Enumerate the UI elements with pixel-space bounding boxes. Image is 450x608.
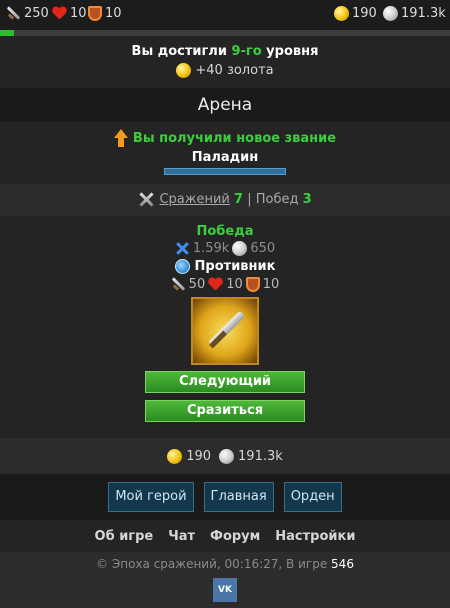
sword-item-icon[interactable] bbox=[191, 297, 259, 365]
rank-block: Вы получили новое звание Паладин bbox=[0, 124, 450, 184]
level-up-block: Вы достигли 9-го уровня +40 золота bbox=[0, 36, 450, 88]
heart-icon bbox=[52, 7, 67, 21]
sword-icon bbox=[171, 277, 186, 292]
silver-coin-icon bbox=[383, 6, 398, 21]
level-up-prefix: Вы достигли bbox=[131, 44, 232, 59]
silver-coin-icon bbox=[219, 448, 235, 464]
loot-silver: 650 bbox=[250, 241, 276, 256]
footer: © Эпоха сражений, 00:16:27, В игре 546 V… bbox=[0, 552, 450, 608]
stats-bar: 250 10 10 190 191.3k bbox=[0, 0, 450, 30]
silver-coin-icon bbox=[232, 241, 248, 256]
defense-value: 10 bbox=[105, 6, 122, 21]
heart-icon bbox=[208, 278, 223, 292]
gold-coin-icon bbox=[176, 63, 192, 78]
new-rank-text: Вы получили новое звание bbox=[132, 130, 337, 146]
order-button[interactable]: Орден bbox=[283, 482, 342, 512]
sword-icon bbox=[6, 6, 21, 21]
silver-total: 191.3k bbox=[238, 448, 283, 464]
next-button[interactable]: Следующий bbox=[145, 371, 305, 393]
forum-link[interactable]: Форум bbox=[210, 529, 260, 544]
opponent-label: Противник bbox=[194, 259, 276, 274]
defense-stat: 10 bbox=[88, 6, 122, 21]
opponent-defense: 10 bbox=[262, 277, 280, 292]
about-link[interactable]: Об игре bbox=[95, 529, 154, 544]
main-nav: Мой герой Главная Орден bbox=[0, 474, 450, 520]
my-hero-button[interactable]: Мой герой bbox=[108, 482, 194, 512]
wins-label: Побед bbox=[255, 192, 299, 207]
level-value: 9-го bbox=[231, 44, 262, 59]
copyright-text: © Эпоха сражений, 00:16:27, В игре bbox=[96, 557, 328, 571]
gold-stat: 190 bbox=[334, 6, 377, 21]
shield-icon bbox=[245, 277, 260, 292]
currency-summary: 190 191.3k bbox=[0, 438, 450, 474]
reward-text: +40 золота bbox=[195, 63, 274, 78]
fight-button[interactable]: Сразиться bbox=[145, 400, 305, 422]
loot-row: 1.59k 650 bbox=[0, 241, 450, 256]
level-up-message: Вы достигли 9-го уровня bbox=[0, 44, 450, 59]
chat-link[interactable]: Чат bbox=[168, 529, 195, 544]
copyright: © Эпоха сражений, 00:16:27, В игре 546 bbox=[0, 557, 450, 571]
wins-count: 3 bbox=[302, 192, 312, 207]
gold-coin-icon bbox=[334, 6, 349, 21]
level-up-suffix: уровня bbox=[261, 44, 319, 59]
attack-value: 250 bbox=[24, 6, 49, 21]
silver-value: 191.3k bbox=[401, 6, 446, 21]
shield-icon bbox=[88, 6, 102, 21]
separator: | bbox=[247, 192, 252, 207]
experience-icon bbox=[175, 241, 190, 256]
battle-result: Победа 1.59k 650 Противник 50 10 10 След… bbox=[0, 216, 450, 438]
result-status: Победа bbox=[196, 224, 254, 239]
footer-links: Об игре Чат Форум Настройки bbox=[0, 520, 450, 552]
opponent-attack: 50 bbox=[188, 277, 206, 292]
attack-stat: 250 bbox=[6, 6, 49, 21]
health-stat: 10 bbox=[52, 6, 87, 21]
settings-link[interactable]: Настройки bbox=[275, 529, 355, 544]
online-count: 546 bbox=[331, 557, 354, 571]
page-title: Арена bbox=[0, 88, 450, 122]
gold-coin-icon bbox=[167, 448, 183, 464]
health-value: 10 bbox=[70, 6, 87, 21]
gold-value: 190 bbox=[352, 6, 377, 21]
battles-summary: Сражений 7 | Побед 3 bbox=[0, 184, 450, 216]
loot-exp: 1.59k bbox=[192, 241, 230, 256]
vk-icon[interactable]: VK bbox=[213, 578, 237, 602]
opponent-heading: Противник bbox=[0, 259, 450, 274]
battles-count: 7 bbox=[234, 192, 244, 207]
home-button[interactable]: Главная bbox=[203, 482, 274, 512]
rank-progress-bar bbox=[164, 168, 286, 175]
gold-total: 190 bbox=[186, 448, 212, 464]
opponent-stats: 50 10 10 bbox=[0, 277, 450, 292]
new-rank-message: Вы получили новое звание bbox=[0, 129, 450, 147]
opponent-health: 10 bbox=[226, 277, 243, 292]
crossed-swords-icon bbox=[138, 191, 155, 208]
rank-name: Паладин bbox=[191, 150, 259, 165]
silver-stat: 191.3k bbox=[383, 6, 446, 21]
level-reward: +40 золота bbox=[0, 63, 450, 78]
battles-link[interactable]: Сражений bbox=[159, 192, 229, 207]
arrow-up-icon bbox=[113, 129, 128, 147]
opponent-emblem-icon bbox=[174, 259, 190, 274]
